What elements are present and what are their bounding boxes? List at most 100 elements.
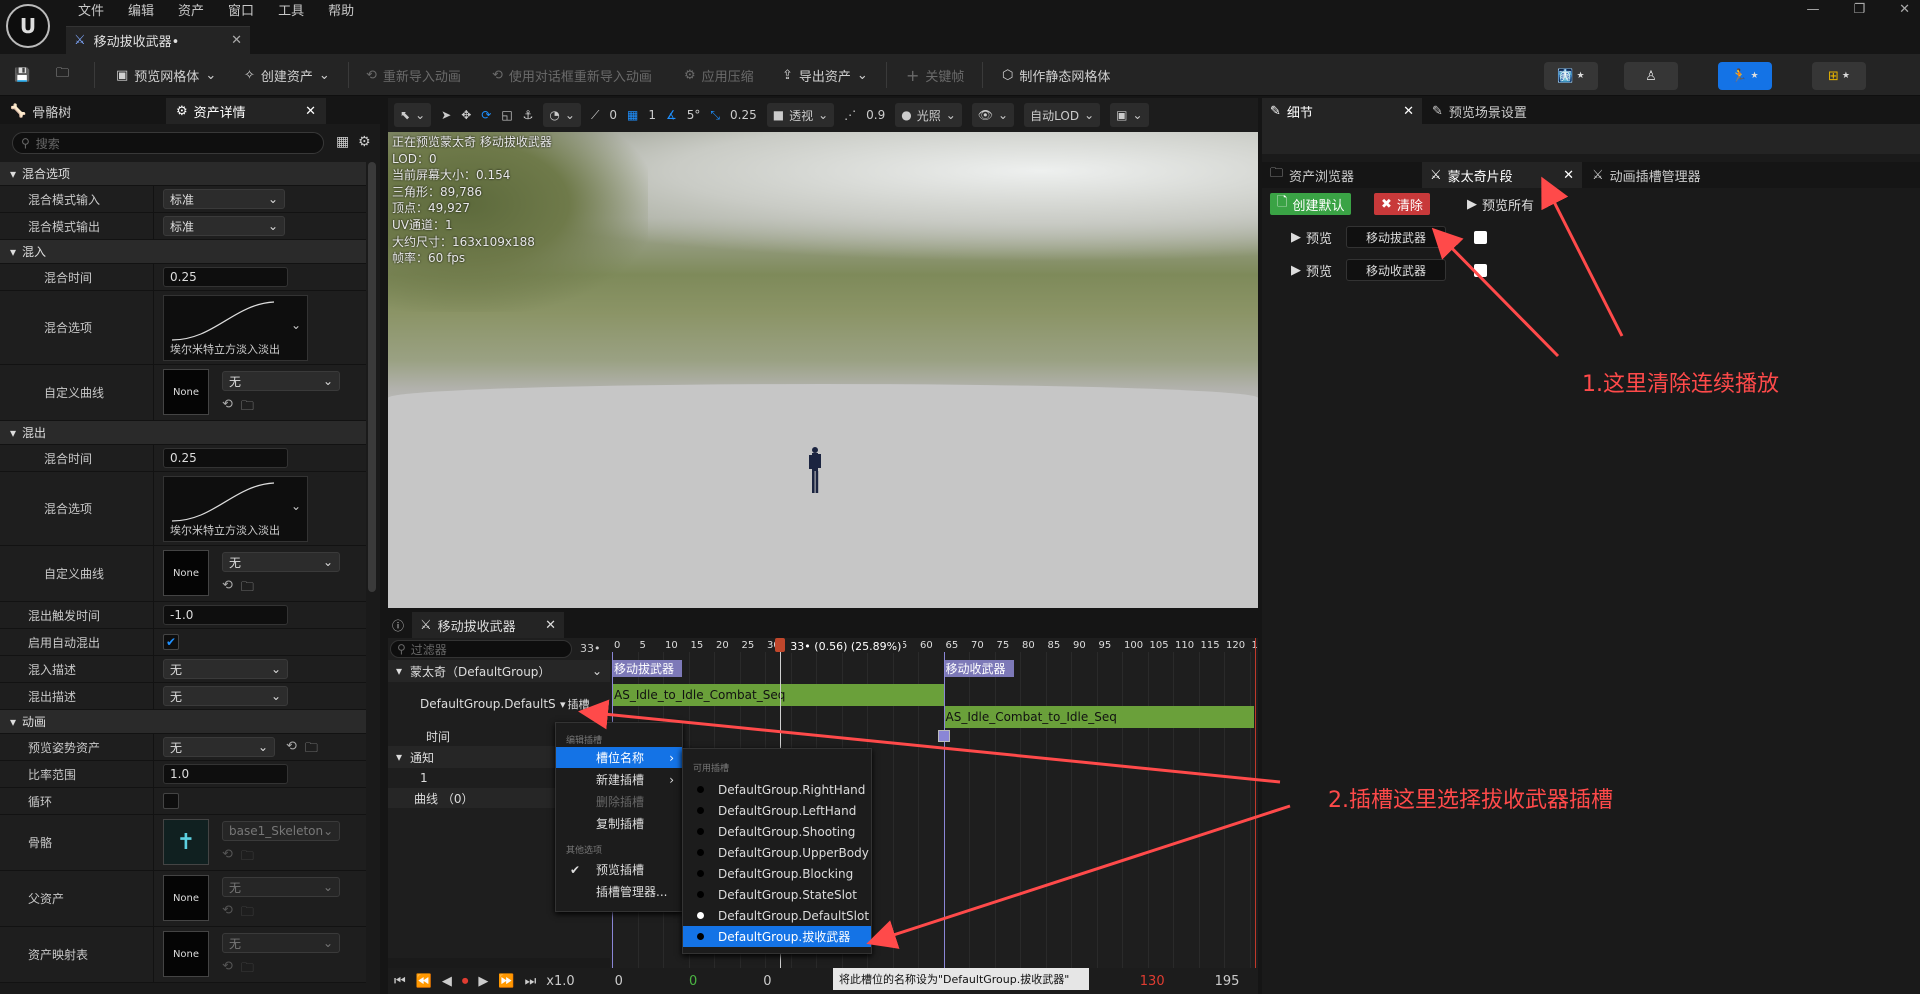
time-marker-handle[interactable] [937,730,950,742]
viewport-options-button[interactable]: ⬉ ⌄ [394,103,432,127]
range-end[interactable]: 195 [1215,974,1240,989]
tab-preview-scene[interactable]: ✎ 预览场景设置 [1424,98,1604,124]
category-blend-options[interactable]: ▾ 混合选项 [0,162,366,186]
record-button[interactable]: ⏺ [462,974,469,989]
category-blend-in[interactable]: ▾ 混入 [0,240,366,264]
tab-asset-details[interactable]: ⚙ 资产详情 ✕ [166,98,326,124]
browse-icon[interactable]: 🗀 [241,847,254,869]
preview-mesh-button[interactable]: ▣ 预览网格体 ⌄ [116,54,216,96]
parent-asset-thumbnail[interactable]: None [163,875,209,921]
perspective-button[interactable]: ■ 透视 ⌄ [766,103,835,127]
tab-details[interactable]: ✎ 细节 ✕ [1262,98,1422,124]
select-icon[interactable]: ➤ [441,108,451,122]
snap-move-value[interactable]: 1 [648,108,656,122]
help-icon[interactable]: ⓘ [392,617,404,634]
show-flags-button[interactable]: 👁 ⌄ [971,103,1015,127]
grid-view-icon[interactable]: ▦ [336,134,349,150]
skip-end-icon[interactable]: ⏭ [525,974,537,989]
menu-window[interactable]: 窗口 [216,2,266,22]
slot-option[interactable]: DefaultGroup.LeftHand [683,800,871,821]
menu-tools[interactable]: 工具 [266,2,316,22]
character-figure[interactable] [808,446,822,496]
skip-start-icon[interactable]: ⏮ [394,974,406,989]
menu-item-copy-slot[interactable]: 复制插槽 [556,813,682,834]
surface-snap-icon[interactable]: ⟋ [591,108,599,123]
custom-curve-select[interactable]: 无 ⌄ [222,371,340,391]
tab-anim-slot-manager[interactable]: ⚔ 动画插槽管理器 [1584,162,1764,188]
asset-mapping-thumbnail[interactable]: None [163,931,209,977]
use-selected-icon[interactable]: ⟲ [222,959,233,981]
browse-icon[interactable]: 🗀 [241,578,254,600]
category-animation[interactable]: ▾ 动画 [0,710,366,734]
menu-item-slot-name[interactable]: 槽位名称 › [556,747,682,768]
viewport[interactable]: ⬉ ⌄ ➤ ✥ ⟳ ◱ ⚓ ◔ ⌄ ⟋ 0 ▦ 1 ∡ 5° ⤡ 0.25 ■ 透视 ⌄ ⋰ 0.… [388,98,1258,608]
timeline-tab[interactable]: ⚔ 移动拔收武器 ✕ [412,612,564,638]
auto-blend-out-checkbox[interactable]: ✔ [163,634,179,650]
lit-mode-button[interactable]: ● 光照 ⌄ [895,103,962,127]
slot-option[interactable]: DefaultGroup.UpperBody [683,842,871,863]
reimport-dialog-button[interactable]: ⟲ 使用对话框重新导入动画 [492,54,652,96]
coord-space-button[interactable]: ◔ ⌄ [543,103,581,127]
loop-checkbox[interactable] [163,793,179,809]
tab-skeleton-tree[interactable]: 🦴 骨骼树 [0,98,166,124]
blend-in-time-input[interactable]: 0.25 [163,267,288,287]
rotate-icon[interactable]: ⟳ [481,108,491,122]
menu-item-slot-manager[interactable]: 插槽管理器... [556,881,682,902]
animation-clip[interactable]: AS_Idle_to_Idle_Combat_Seq [612,684,944,706]
menu-help[interactable]: 帮助 [316,2,366,22]
restore-button[interactable]: ❐ [1853,2,1865,17]
play-reverse-icon[interactable]: ◀ [442,974,452,989]
move-icon[interactable]: ✥ [461,108,471,122]
pivot-icon[interactable]: ⚓ [523,108,534,122]
blend-out-desc-select[interactable]: 无 ⌄ [163,686,288,706]
slot-option[interactable]: DefaultGroup.Blocking [683,863,871,884]
play-icon[interactable]: ▶ [478,974,488,989]
slot-option[interactable]: DefaultGroup.Shooting [683,821,871,842]
custom-curve-select[interactable]: 无 ⌄ [222,552,340,572]
tab-montage-sections[interactable]: ⚔ 蒙太奇片段 ✕ [1422,162,1582,188]
skeleton-select[interactable]: base1_Skeleton ⌄ [222,821,340,841]
close-icon[interactable]: ✕ [1563,168,1574,183]
screenshot-button[interactable]: ▣ ⌄ [1110,103,1149,127]
close-icon[interactable]: ✕ [305,104,316,119]
category-blend-out[interactable]: ▾ 混出 [0,421,366,445]
section-button[interactable]: 移动拔武器 [1346,226,1446,248]
montage-track-header[interactable]: ▾ 蒙太奇（DefaultGroup） ⌄ [388,660,610,682]
curve-thumbnail[interactable]: None [163,369,209,415]
step-back-icon[interactable]: ⏪ [416,974,432,989]
blueprint-mode-button[interactable]: ⊞ ★ [1812,62,1866,90]
reimport-button[interactable]: ⟲ 重新导入动画 [366,54,461,96]
use-selected-icon[interactable]: ⟲ [286,739,297,761]
apply-compression-button[interactable]: ⚙ 应用压缩 [684,54,754,96]
browse-icon[interactable]: 🗀 [241,903,254,925]
section-marker[interactable]: 移动收武器 [943,660,1014,677]
playhead-handle[interactable] [775,638,786,652]
playback-speed[interactable]: x1.0 [546,974,574,989]
section-loop-checkbox[interactable] [1474,264,1487,277]
scale-icon[interactable]: ◱ [501,108,512,122]
blend-out-mode-select[interactable]: 标准 ⌄ [163,216,285,236]
animation-clip[interactable]: AS_Idle_Combat_to_Idle_Seq [943,706,1254,728]
grid-snap-icon[interactable]: ▦ [627,108,638,122]
filter-input[interactable]: ⚲ 过滤器 [390,640,572,658]
slot-option[interactable]: DefaultGroup.RightHand [683,779,871,800]
browse-icon[interactable]: 🗀 [305,739,318,761]
minimize-button[interactable]: — [1806,2,1819,17]
menu-edit[interactable]: 编辑 [116,2,166,22]
clear-button[interactable]: ✖ 清除 [1374,193,1430,215]
step-forward-icon[interactable]: ⏩ [498,974,514,989]
tab-asset-browser[interactable]: 🗀 资产浏览器 [1262,162,1422,188]
work-end[interactable]: 130 [1140,974,1165,989]
parent-asset-select[interactable]: 无 ⌄ [222,877,340,897]
use-selected-icon[interactable]: ⟲ [222,397,233,419]
current-frame[interactable]: 0 [763,974,771,989]
unreal-logo-icon[interactable]: U [6,4,50,48]
preview-button[interactable]: ▶ 预览 [1284,259,1339,281]
slot-option[interactable]: DefaultGroup.DefaultSlot [683,905,871,926]
use-selected-icon[interactable]: ⟲ [222,578,233,600]
menu-item-preview-slot[interactable]: ✔ 预览插槽 [556,859,682,880]
rate-scale-input[interactable]: 1.0 [163,764,288,784]
search-input[interactable]: ⚲ 搜索 [12,132,324,154]
range-start[interactable]: 0 [615,974,623,989]
section-marker[interactable]: 移动拔武器 [612,660,682,677]
